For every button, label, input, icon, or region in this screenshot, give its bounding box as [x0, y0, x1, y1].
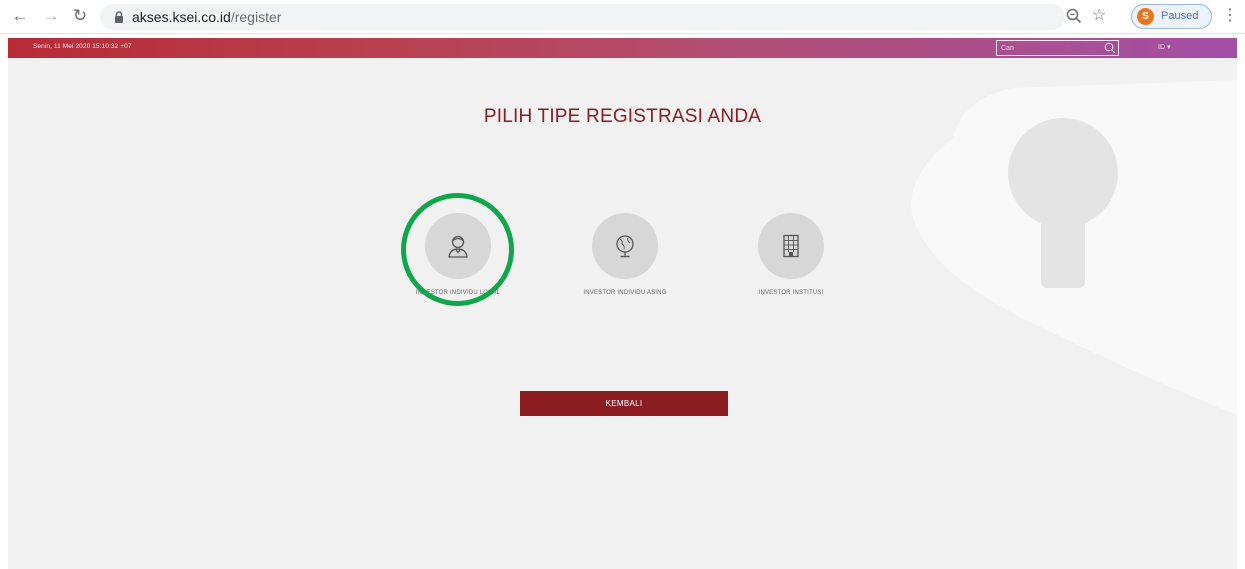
- keyhole-watermark-icon: [911, 80, 1237, 416]
- page-title: PILIH TIPE REGISTRASI ANDA: [483, 106, 762, 127]
- forward-arrow-icon[interactable]: →: [41, 6, 61, 26]
- globe-icon: [616, 235, 634, 258]
- user-icon: [448, 235, 468, 258]
- option-icon-circle: [592, 213, 658, 279]
- avatar: S: [1137, 8, 1154, 25]
- search-icon[interactable]: [1104, 42, 1116, 54]
- url-text: akses.ksei.co.id/register: [132, 9, 281, 25]
- zoom-icon[interactable]: [1065, 7, 1083, 25]
- option-icon-circle: [425, 213, 491, 279]
- option-icon-circle: [758, 213, 824, 279]
- search-box: [996, 40, 1119, 56]
- option-label: INVESTOR INDIVIDU LOKAL: [415, 290, 501, 296]
- back-button[interactable]: KEMBALI: [520, 391, 728, 416]
- main-content: PILIH TIPE REGISTRASI ANDA INVESTOR INDI…: [8, 58, 1237, 569]
- building-icon: [783, 234, 799, 258]
- datetime-text: Senin, 11 Mei 2020 15:10:32 +07: [33, 43, 132, 50]
- profile-button[interactable]: S Paused: [1131, 4, 1212, 29]
- url-host: akses.ksei.co.id: [132, 9, 231, 25]
- url-path: /register: [230, 9, 282, 25]
- browser-toolbar: ← → ↻ akses.ksei.co.id/register ☆ S Paus…: [0, 0, 1245, 34]
- option-label: INVESTOR INDIVIDU ASING: [583, 290, 667, 296]
- language-selector[interactable]: ID ▾: [1158, 43, 1170, 51]
- menu-kebab-icon[interactable]: ⋮: [1222, 6, 1238, 26]
- reload-icon[interactable]: ↻: [70, 6, 90, 26]
- search-input[interactable]: [1001, 43, 1096, 54]
- back-arrow-icon[interactable]: ←: [10, 6, 30, 26]
- address-bar[interactable]: akses.ksei.co.id/register: [100, 4, 1065, 30]
- option-label: INVESTOR INSTITUSI: [758, 290, 824, 296]
- site-topbar: Senin, 11 Mei 2020 15:10:32 +07 ID ▾: [8, 38, 1237, 58]
- bookmark-star-icon[interactable]: ☆: [1092, 5, 1106, 27]
- profile-status: Paused: [1161, 10, 1199, 22]
- lock-icon: [115, 11, 123, 23]
